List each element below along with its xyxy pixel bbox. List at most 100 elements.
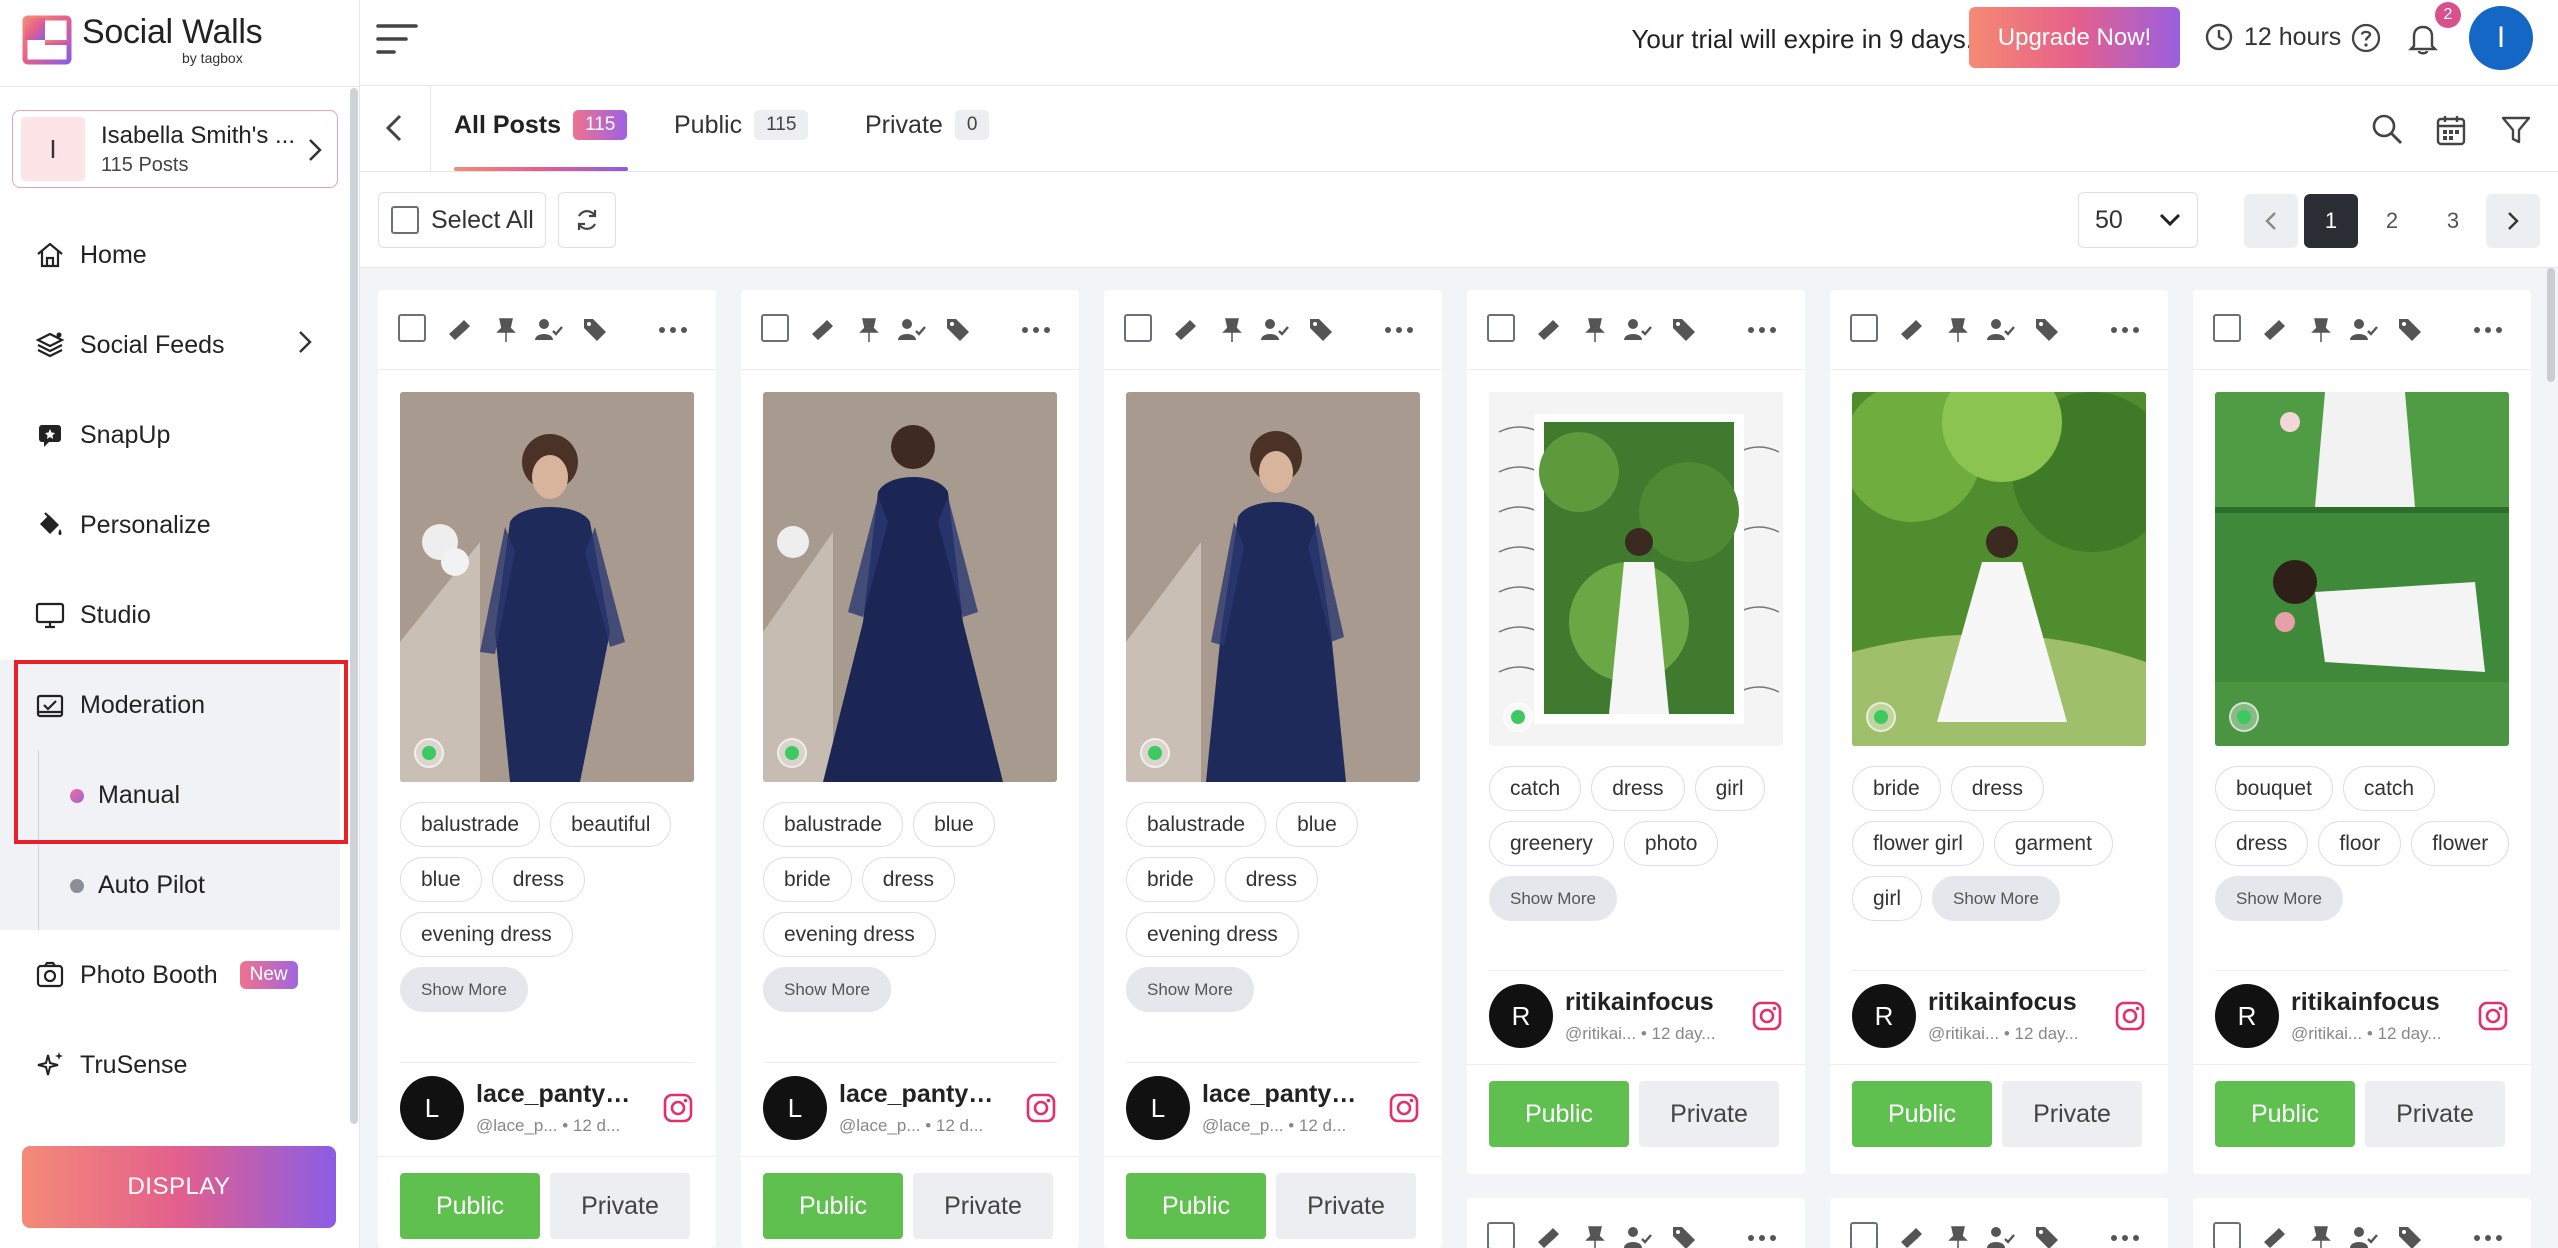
make-private-button[interactable]: Private: [1276, 1173, 1416, 1239]
tag-chip[interactable]: balustrade: [1126, 802, 1267, 847]
show-more-tags-button[interactable]: Show More: [1126, 967, 1254, 1012]
tag-chip[interactable]: dress: [1950, 766, 2045, 811]
pin-icon[interactable]: [2309, 316, 2333, 344]
tag-chip[interactable]: catch: [1489, 766, 1582, 811]
tag-chip[interactable]: dress: [1224, 857, 1319, 902]
sidebar-item-social-feeds[interactable]: Social Feeds: [0, 300, 340, 390]
tab-all-posts[interactable]: All Posts 115: [454, 110, 628, 140]
post-select-checkbox[interactable]: [2213, 314, 2241, 342]
post-image[interactable]: [1852, 392, 2146, 746]
display-button[interactable]: DISPLAY: [22, 1146, 336, 1228]
checkbox[interactable]: [391, 206, 419, 234]
highlight-icon[interactable]: [1898, 316, 1926, 344]
highlight-icon[interactable]: [2261, 1224, 2289, 1248]
tab-public[interactable]: Public 115: [674, 110, 809, 140]
sidebar-item-photo-booth[interactable]: Photo Booth New: [0, 930, 340, 1020]
pin-icon[interactable]: [494, 316, 518, 344]
pin-icon[interactable]: [1946, 316, 1970, 344]
post-image[interactable]: [2215, 392, 2509, 746]
tag-chip[interactable]: garment: [1993, 821, 2113, 866]
tag-chip[interactable]: bride: [763, 857, 852, 902]
post-select-checkbox[interactable]: [1850, 314, 1878, 342]
show-more-tags-button[interactable]: Show More: [400, 967, 528, 1012]
pin-icon[interactable]: [1220, 316, 1244, 344]
tag-chip[interactable]: evening dress: [1126, 912, 1299, 957]
tag-chip[interactable]: balustrade: [763, 802, 904, 847]
pin-icon[interactable]: [2309, 1224, 2333, 1248]
tag-icon[interactable]: [1308, 316, 1334, 342]
make-private-button[interactable]: Private: [2365, 1081, 2505, 1147]
tag-icon[interactable]: [2034, 1224, 2060, 1248]
tag-chip[interactable]: balustrade: [400, 802, 541, 847]
make-public-button[interactable]: Public: [1489, 1081, 1629, 1147]
more-options-icon[interactable]: [1747, 1234, 1777, 1242]
tag-icon[interactable]: [582, 316, 608, 342]
filter-icon[interactable]: [2500, 114, 2532, 146]
pin-icon[interactable]: [1583, 316, 1607, 344]
sidebar-item-snapup[interactable]: SnapUp: [0, 390, 340, 480]
sidebar-item-studio[interactable]: Studio: [0, 570, 340, 660]
refresh-button[interactable]: [558, 192, 616, 248]
highlight-icon[interactable]: [446, 316, 474, 344]
account-switcher[interactable]: I Isabella Smith's ... 115 Posts: [12, 110, 338, 188]
tag-chip[interactable]: greenery: [1489, 821, 1614, 866]
back-arrow-icon[interactable]: [382, 112, 406, 144]
tag-icon[interactable]: [2397, 1224, 2423, 1248]
tag-chip[interactable]: blue: [400, 857, 482, 902]
tag-chip[interactable]: girl: [1694, 766, 1765, 811]
tag-chip[interactable]: evening dress: [400, 912, 573, 957]
make-public-button[interactable]: Public: [400, 1173, 540, 1239]
post-image[interactable]: [1489, 392, 1783, 746]
more-options-icon[interactable]: [1384, 326, 1414, 334]
prev-page-button[interactable]: [2244, 194, 2298, 248]
calendar-icon[interactable]: [2436, 114, 2466, 146]
app-logo[interactable]: Social Walls by tagbox: [22, 4, 263, 76]
assign-user-icon[interactable]: [1260, 316, 1290, 344]
show-more-tags-button[interactable]: Show More: [1489, 876, 1617, 921]
assign-user-icon[interactable]: [1623, 316, 1653, 344]
tag-chip[interactable]: dress: [2215, 821, 2309, 866]
highlight-icon[interactable]: [2261, 316, 2289, 344]
post-select-checkbox[interactable]: [1487, 1222, 1515, 1248]
make-private-button[interactable]: Private: [1639, 1081, 1779, 1147]
show-more-tags-button[interactable]: Show More: [2215, 876, 2343, 921]
sidebar-item-trusense[interactable]: TruSense: [0, 1020, 340, 1110]
highlight-icon[interactable]: [809, 316, 837, 344]
more-options-icon[interactable]: [658, 326, 688, 334]
make-private-button[interactable]: Private: [2002, 1081, 2142, 1147]
more-options-icon[interactable]: [1747, 326, 1777, 334]
post-select-checkbox[interactable]: [761, 314, 789, 342]
help-icon[interactable]: [2350, 22, 2382, 54]
tag-chip[interactable]: photo: [1623, 821, 1719, 866]
tag-icon[interactable]: [945, 316, 971, 342]
pin-icon[interactable]: [1583, 1224, 1607, 1248]
show-more-tags-button[interactable]: Show More: [763, 967, 891, 1012]
more-options-icon[interactable]: [1021, 326, 1051, 334]
notification-bell-icon[interactable]: [2406, 20, 2440, 56]
tag-chip[interactable]: flower: [2411, 821, 2510, 866]
assign-user-icon[interactable]: [1986, 1224, 2016, 1248]
make-public-button[interactable]: Public: [763, 1173, 903, 1239]
tag-chip[interactable]: blue: [913, 802, 995, 847]
per-page-select[interactable]: 50: [2078, 192, 2198, 248]
highlight-icon[interactable]: [1898, 1224, 1926, 1248]
highlight-icon[interactable]: [1535, 316, 1563, 344]
page-button-1[interactable]: 1: [2304, 194, 2358, 248]
assign-user-icon[interactable]: [1623, 1224, 1653, 1248]
tag-chip[interactable]: flower girl: [1852, 821, 1984, 866]
search-icon[interactable]: [2370, 112, 2404, 146]
sidebar-subitem-auto-pilot[interactable]: Auto Pilot: [0, 840, 340, 930]
post-select-checkbox[interactable]: [1850, 1222, 1878, 1248]
show-more-tags-button[interactable]: Show More: [1932, 876, 2060, 921]
more-options-icon[interactable]: [2473, 326, 2503, 334]
next-page-button[interactable]: [2486, 194, 2540, 248]
highlight-icon[interactable]: [1535, 1224, 1563, 1248]
menu-toggle-icon[interactable]: [374, 16, 420, 62]
tag-chip[interactable]: beautiful: [550, 802, 672, 847]
user-avatar[interactable]: I: [2469, 6, 2533, 70]
more-options-icon[interactable]: [2110, 1234, 2140, 1242]
more-options-icon[interactable]: [2110, 326, 2140, 334]
post-image[interactable]: [1126, 392, 1420, 782]
tag-chip[interactable]: evening dress: [763, 912, 936, 957]
tag-chip[interactable]: bride: [1852, 766, 1941, 811]
